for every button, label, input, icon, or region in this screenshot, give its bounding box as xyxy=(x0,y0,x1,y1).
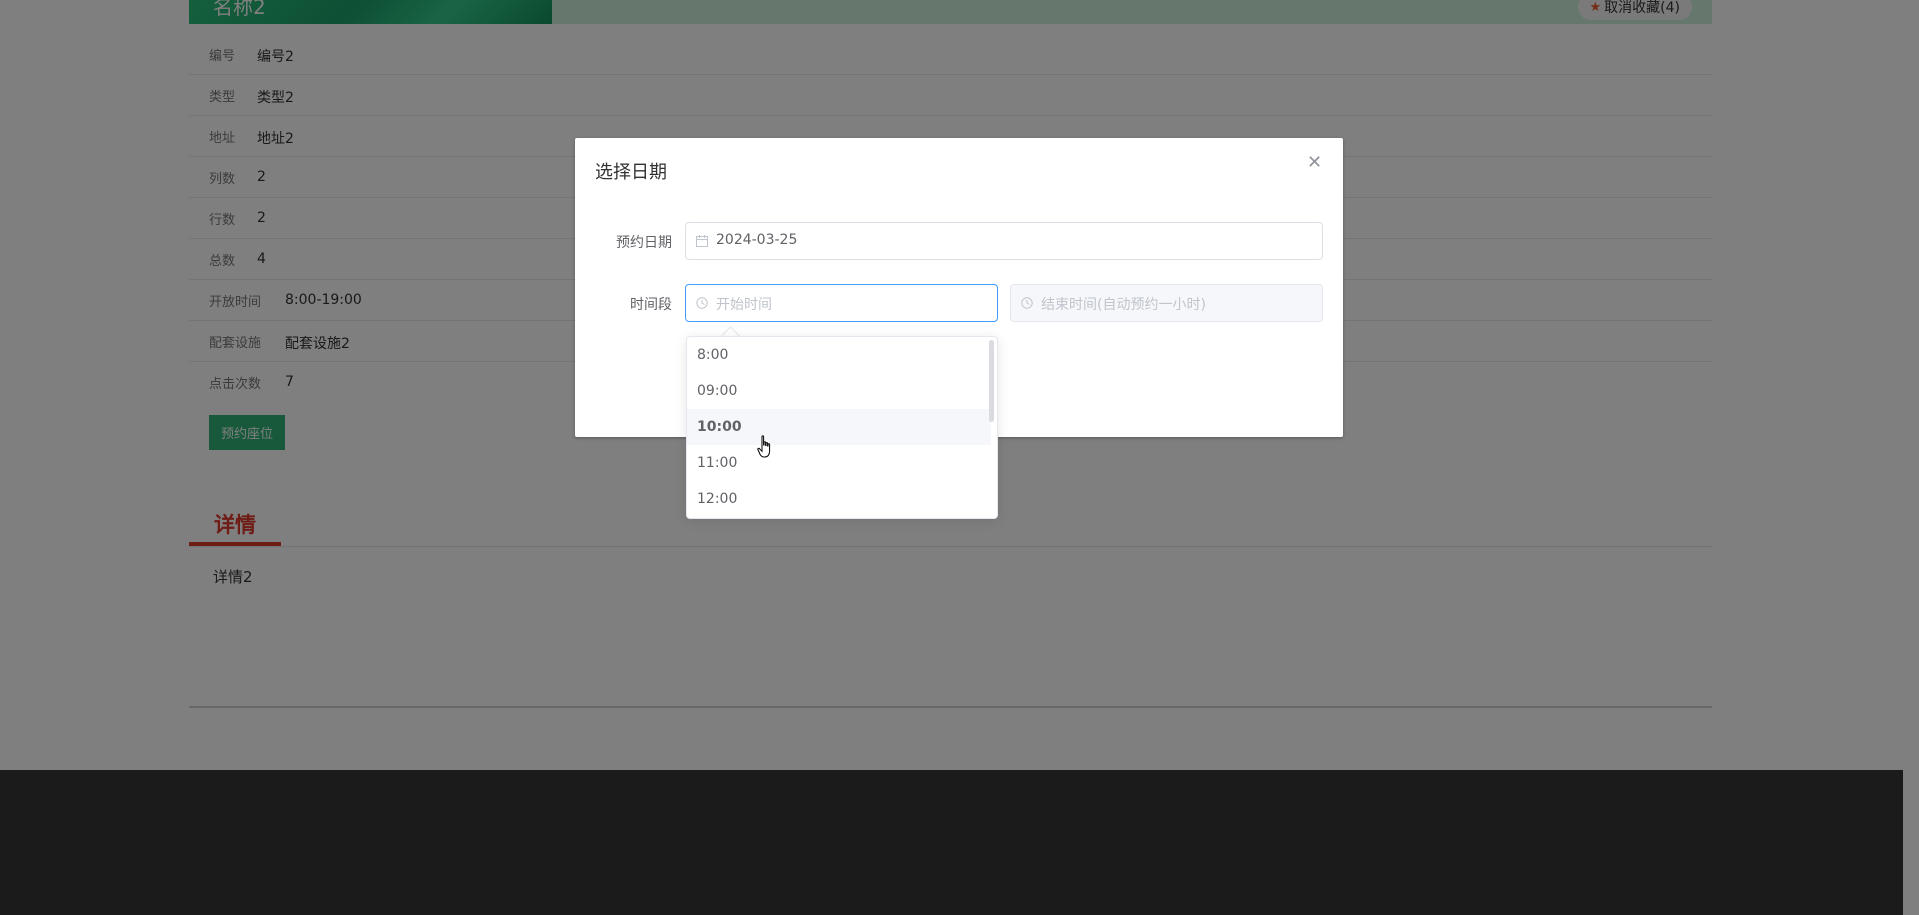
date-value: 2024-03-25 xyxy=(716,232,798,248)
end-time-input: 结束时间(自动预约一小时) xyxy=(1010,284,1323,322)
date-input[interactable]: 2024-03-25 xyxy=(685,222,1323,260)
time-dropdown: 8:00 09:00 10:00 11:00 12:00 xyxy=(686,336,998,519)
dialog-title: 选择日期 xyxy=(595,162,667,183)
time-option[interactable]: 12:00 xyxy=(687,481,991,517)
calendar-icon xyxy=(696,235,708,247)
time-option[interactable]: 10:00 xyxy=(687,409,991,445)
clock-icon xyxy=(1021,297,1033,309)
date-label: 预约日期 xyxy=(616,235,672,251)
time-range-label: 时间段 xyxy=(630,297,672,313)
start-time-input[interactable]: 开始时间 xyxy=(685,284,998,322)
time-option[interactable]: 09:00 xyxy=(687,373,991,409)
end-time-placeholder: 结束时间(自动预约一小时) xyxy=(1041,297,1206,313)
hand-cursor-icon xyxy=(757,435,771,458)
clock-icon xyxy=(696,297,708,309)
start-time-placeholder: 开始时间 xyxy=(716,297,772,313)
time-option[interactable]: 8:00 xyxy=(687,337,991,373)
close-icon[interactable]: ✕ xyxy=(1307,154,1322,172)
time-option[interactable]: 11:00 xyxy=(687,445,991,481)
dropdown-scrollbar[interactable] xyxy=(989,340,994,422)
